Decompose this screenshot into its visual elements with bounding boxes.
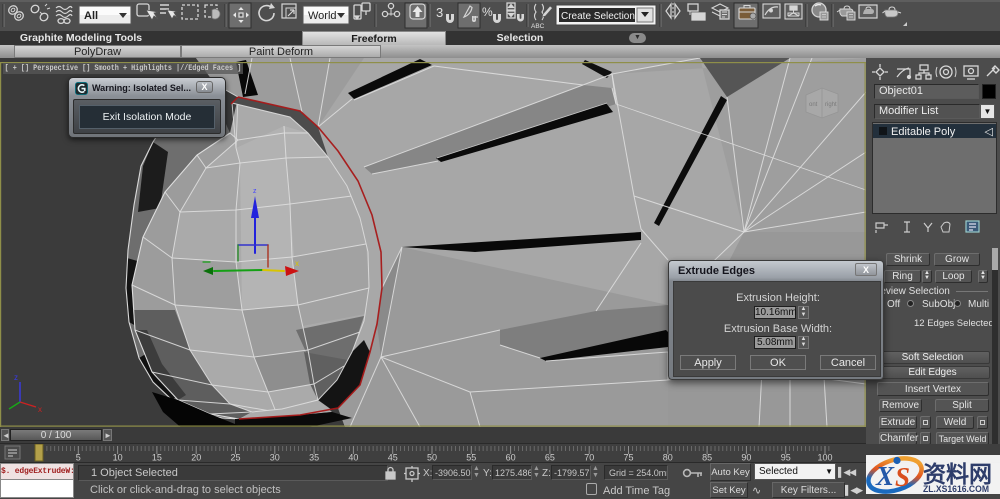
svg-text:55: 55: [466, 453, 476, 463]
svg-text:90: 90: [741, 453, 751, 463]
svg-text:x: x: [38, 405, 42, 414]
svg-text:45: 45: [388, 453, 398, 463]
svg-text:ont: ont: [809, 102, 818, 108]
svg-text:95: 95: [781, 453, 791, 463]
svg-text:World: World: [308, 10, 337, 22]
svg-text:z: z: [14, 373, 18, 382]
svg-text:ZL.XS1616.COM: ZL.XS1616.COM: [923, 484, 989, 494]
svg-text:30: 30: [270, 453, 280, 463]
svg-text:25: 25: [230, 453, 240, 463]
svg-text:5: 5: [76, 453, 81, 463]
svg-text:60: 60: [506, 453, 516, 463]
svg-text:75: 75: [623, 453, 633, 463]
svg-text:x: x: [295, 259, 299, 268]
svg-text:65: 65: [545, 453, 555, 463]
svg-text:z: z: [253, 188, 257, 195]
svg-text:right: right: [825, 102, 837, 108]
svg-text:40: 40: [348, 453, 358, 463]
svg-text:50: 50: [427, 453, 437, 463]
svg-text:%: %: [482, 5, 493, 19]
svg-text:ABC: ABC: [531, 23, 545, 30]
svg-text:80: 80: [663, 453, 673, 463]
svg-text:All: All: [84, 10, 98, 22]
svg-text:3: 3: [436, 5, 443, 20]
svg-text:X: X: [875, 461, 895, 491]
svg-text:35: 35: [309, 453, 319, 463]
svg-text:100: 100: [817, 453, 832, 463]
svg-text:85: 85: [702, 453, 712, 463]
svg-text:20: 20: [191, 453, 201, 463]
svg-text:S: S: [895, 462, 910, 492]
svg-text:10: 10: [113, 453, 123, 463]
svg-text:15: 15: [152, 453, 162, 463]
svg-text:70: 70: [584, 453, 594, 463]
